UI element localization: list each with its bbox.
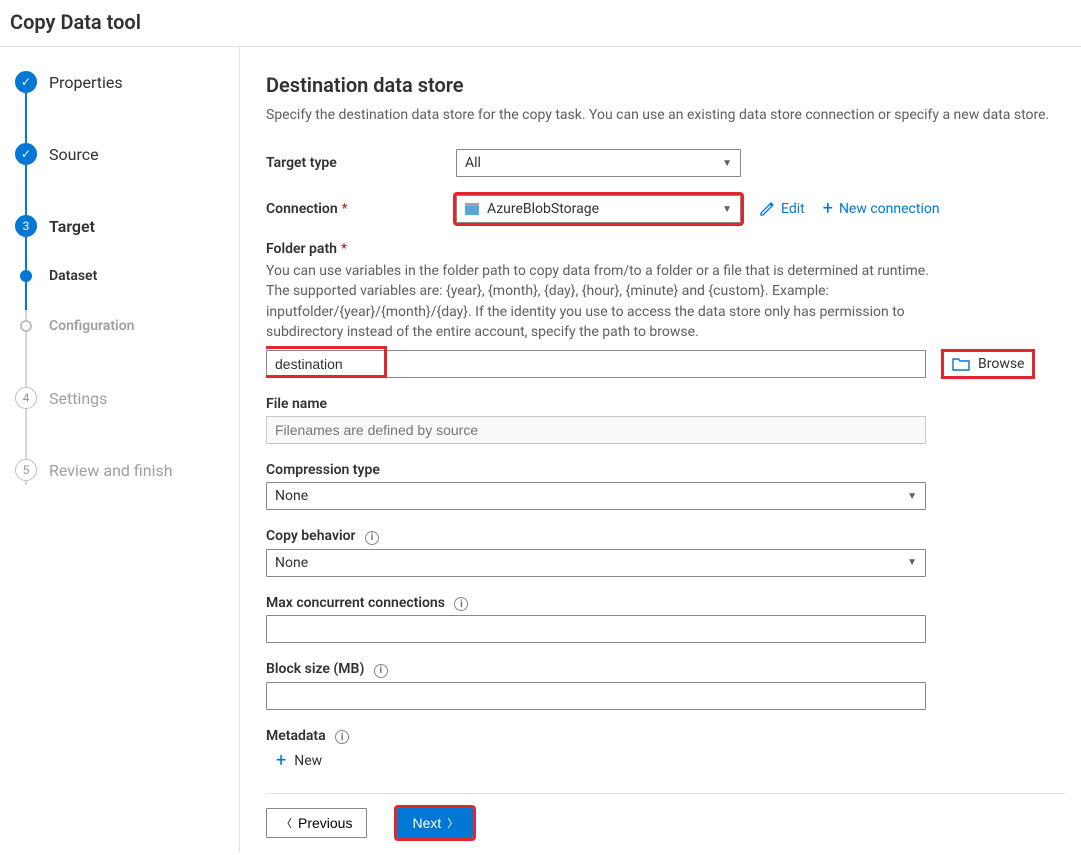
app-title: Copy Data tool <box>0 0 1081 47</box>
dot-icon <box>20 320 32 332</box>
sidebar-substep-configuration[interactable]: Configuration <box>0 301 239 351</box>
compression-select[interactable]: None ▼ <box>266 482 926 510</box>
sidebar-substep-dataset[interactable]: Dataset <box>0 251 239 301</box>
target-type-label: Target type <box>266 155 456 171</box>
next-button[interactable]: Next 〉 <box>397 808 473 838</box>
folder-path-input[interactable] <box>266 350 926 378</box>
page-description: Specify the destination data store for t… <box>266 107 1065 123</box>
info-icon[interactable]: i <box>335 730 349 744</box>
sidebar-step-source[interactable]: Source <box>0 129 239 179</box>
copy-behavior-select[interactable]: None ▼ <box>266 549 926 577</box>
select-value: None <box>275 488 308 504</box>
file-name-label: File name <box>266 396 1065 412</box>
step-label: Source <box>49 145 99 164</box>
compression-label: Compression type <box>266 462 1065 478</box>
previous-button[interactable]: 〈 Previous <box>266 808 367 838</box>
block-size-input[interactable] <box>266 682 926 710</box>
sidebar-step-properties[interactable]: Properties <box>0 57 239 107</box>
select-value: All <box>465 155 481 171</box>
select-value: None <box>275 555 308 571</box>
copy-behavior-label: Copy behavior i <box>266 528 1065 545</box>
sidebar: Properties Source 3 Target Dataset Confi… <box>0 47 240 852</box>
browse-button[interactable]: Browse <box>944 352 1032 376</box>
step-label: Target <box>49 217 95 236</box>
info-icon[interactable]: i <box>374 664 388 678</box>
new-connection-button[interactable]: + New connection <box>823 200 940 218</box>
max-conn-label: Max concurrent connections i <box>266 595 1065 612</box>
metadata-new-button[interactable]: + New <box>276 752 322 770</box>
target-type-select[interactable]: All ▼ <box>456 149 741 177</box>
sidebar-step-review[interactable]: 5 Review and finish <box>0 445 239 495</box>
step-number-icon: 4 <box>15 387 37 409</box>
sidebar-step-target[interactable]: 3 Target <box>0 201 239 251</box>
step-number-icon: 5 <box>15 459 37 481</box>
step-label: Review and finish <box>49 461 173 480</box>
folder-path-label: Folder path* <box>266 241 1065 257</box>
info-icon[interactable]: i <box>454 597 468 611</box>
step-label: Settings <box>49 389 107 408</box>
info-icon[interactable]: i <box>365 531 379 545</box>
folder-path-help: You can use variables in the folder path… <box>266 261 946 342</box>
chevron-down-icon: ▼ <box>722 158 732 169</box>
chevron-down-icon: ▼ <box>907 557 917 568</box>
pencil-icon <box>759 201 775 217</box>
max-conn-input[interactable] <box>266 615 926 643</box>
plus-icon: + <box>823 200 833 218</box>
connection-select[interactable]: AzureBlobStorage ▼ <box>456 195 741 223</box>
chevron-left-icon: 〈 <box>281 815 292 831</box>
select-value: AzureBlobStorage <box>487 201 599 217</box>
plus-icon: + <box>276 752 286 770</box>
connection-label: Connection* <box>266 201 456 217</box>
dot-icon <box>20 270 32 282</box>
step-label: Properties <box>49 73 123 92</box>
page-title: Destination data store <box>266 73 1065 97</box>
sidebar-step-settings[interactable]: 4 Settings <box>0 373 239 423</box>
file-name-input <box>266 416 926 444</box>
metadata-label: Metadata i <box>266 728 1065 745</box>
storage-icon <box>465 203 479 215</box>
check-icon <box>15 71 37 93</box>
chevron-down-icon: ▼ <box>907 491 917 502</box>
step-number-icon: 3 <box>15 215 37 237</box>
wizard-footer: 〈 Previous Next 〉 <box>266 793 1065 852</box>
folder-icon <box>952 357 970 371</box>
check-icon <box>15 143 37 165</box>
block-size-label: Block size (MB) i <box>266 661 1065 678</box>
edit-connection-button[interactable]: Edit <box>759 201 805 217</box>
substep-label: Dataset <box>49 268 97 284</box>
chevron-down-icon: ▼ <box>722 204 732 215</box>
substep-label: Configuration <box>49 318 134 334</box>
chevron-right-icon: 〉 <box>447 815 458 831</box>
